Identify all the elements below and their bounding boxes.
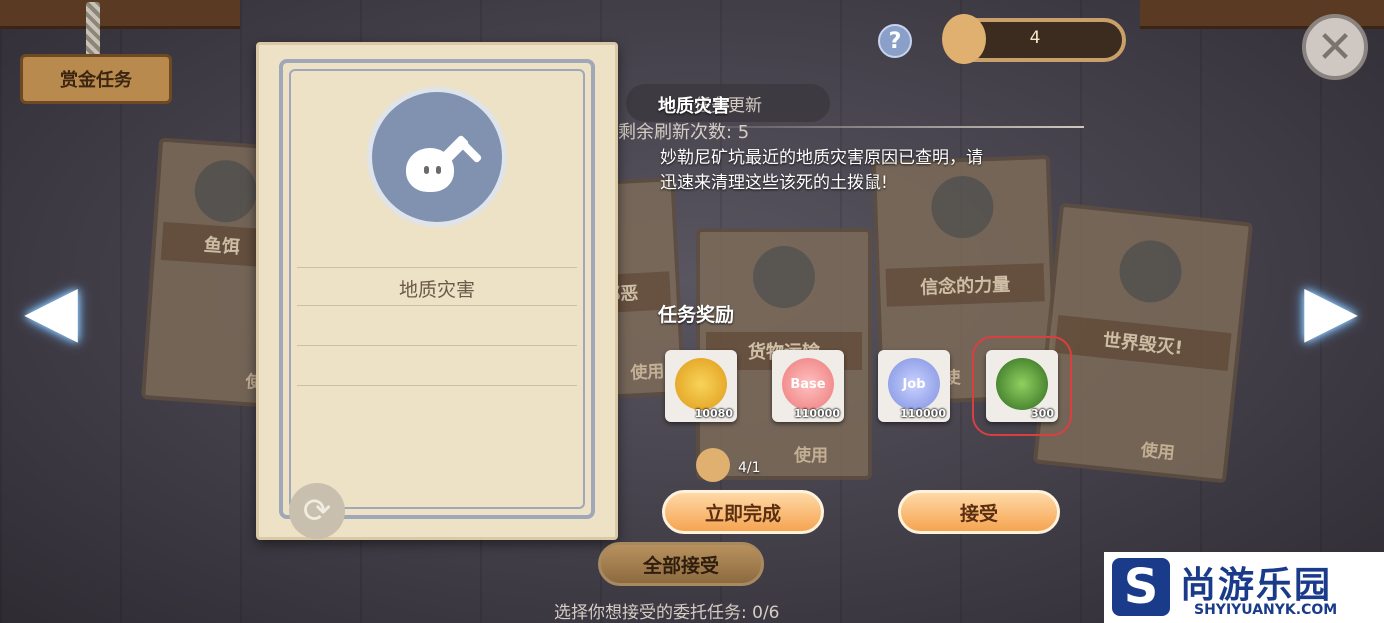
quest-name: 地质灾害 [658, 96, 730, 117]
item-count: 4/1 [738, 460, 761, 476]
reward-base-exp[interactable]: Base 110000 [772, 350, 844, 422]
card-title: 地质灾害 [398, 279, 475, 301]
rope-icon [86, 2, 100, 56]
reward-job-exp[interactable]: Job 110000 [878, 350, 950, 422]
ticket-icon [696, 448, 730, 482]
green-crown-icon [996, 358, 1048, 410]
bounty-task-sign: 赏金任务 [20, 54, 172, 104]
next-page-arrow[interactable]: ▶ [1296, 268, 1366, 352]
watermark-url: SHYIYUANYK.COM [1194, 602, 1338, 618]
reward-count: 10080 [694, 407, 733, 420]
rewards-label: 任务奖励 [658, 304, 735, 326]
ticket-count: 4 [1029, 28, 1041, 48]
base-exp-star-icon: Base [782, 358, 834, 410]
speech-bubble-icon [1116, 237, 1185, 306]
roof-beam-left [0, 0, 240, 29]
complete-now-button[interactable]: 立即完成 [662, 490, 824, 534]
accept-all-button[interactable]: 全部接受 [598, 542, 764, 586]
selected-task-card[interactable]: 地质灾害 ⟳ [256, 42, 618, 540]
card-refresh-button[interactable]: ⟳ [289, 483, 345, 539]
bg-card-name: 世界毁灭! [1054, 315, 1232, 371]
select-hint-text: 选择你想接受的委托任务: 0/6 [554, 603, 780, 623]
watermark-logo: S [1112, 558, 1170, 616]
refresh-icon: ⟳ [302, 491, 332, 531]
title-divider [660, 126, 1084, 128]
remaining-refresh-text: 剩余刷新次数: 5 [618, 122, 750, 143]
reward-crown-item[interactable]: 300 [972, 336, 1072, 436]
speech-bubble-icon [930, 174, 995, 240]
watermark: S 尚游乐园 SHYIYUANYK.COM [1104, 552, 1384, 623]
reward-zeny[interactable]: 10080 [665, 350, 737, 422]
reward-count: 110000 [794, 407, 840, 420]
bg-card-use: 使用 [629, 361, 665, 384]
accept-button[interactable]: 接受 [898, 490, 1060, 534]
zeny-coin-icon [675, 358, 727, 410]
prev-page-arrow[interactable]: ◀ [16, 268, 86, 352]
bounty-ticket-counter: 4 [942, 14, 1126, 64]
job-exp-star-icon: Job [888, 358, 940, 410]
task-icon [192, 158, 259, 225]
quest-description-line1: 妙勒尼矿坑最近的地质灾害原因已查明，请 [660, 148, 983, 168]
hand-icon [753, 246, 815, 308]
bg-card-use: 使用 [1139, 440, 1176, 464]
close-button[interactable]: ✕ [1302, 14, 1368, 80]
reward-count: 110000 [900, 407, 946, 420]
reward-count: 300 [1031, 407, 1054, 420]
bg-card-name: 信念的力量 [885, 263, 1045, 307]
quest-description-line2: 迅速来清理这些该死的土拨鼠! [660, 173, 888, 193]
combat-task-icon [367, 87, 507, 227]
bg-card-5[interactable]: 世界毁灭! 使用 [1032, 202, 1254, 484]
bg-card-use: 使用 [794, 446, 828, 466]
watermark-brand: 尚游乐园 [1180, 565, 1333, 606]
help-button[interactable]: ? [878, 24, 912, 58]
poring-icon [406, 148, 454, 192]
